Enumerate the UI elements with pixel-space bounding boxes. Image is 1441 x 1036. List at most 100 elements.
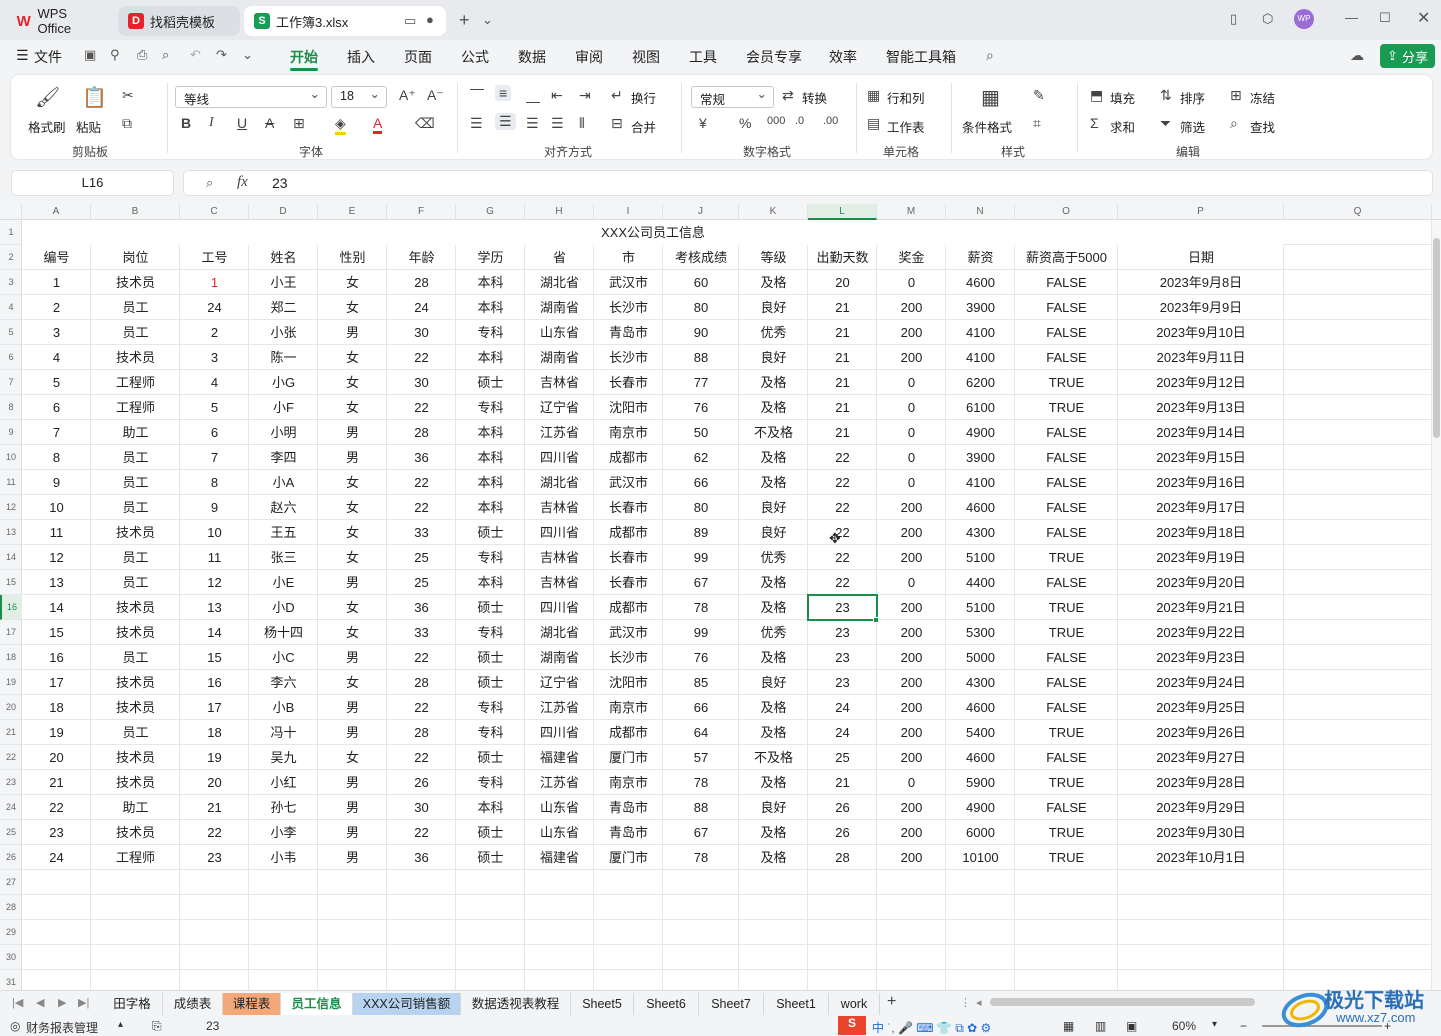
window-icon[interactable]: ▭ — [404, 13, 416, 29]
table-cell[interactable]: 长沙市 — [594, 645, 663, 670]
table-cell[interactable]: 8 — [180, 470, 249, 495]
add-sheet-icon[interactable]: + — [887, 993, 896, 1011]
table-cell[interactable]: 武汉市 — [594, 470, 663, 495]
table-cell[interactable]: 2 — [22, 295, 91, 320]
header-cell[interactable]: 考核成绩 — [663, 245, 739, 270]
table-cell[interactable]: 90 — [663, 320, 739, 345]
table-cell[interactable]: 及格 — [739, 645, 808, 670]
table-cell[interactable]: 女 — [318, 270, 387, 295]
worksheet-button[interactable]: 工作表 — [887, 117, 925, 136]
table-cell[interactable]: 专科 — [456, 320, 525, 345]
column-header-j[interactable]: J — [663, 204, 739, 220]
table-cell[interactable]: 88 — [663, 345, 739, 370]
table-cell[interactable]: 200 — [877, 345, 946, 370]
column-header-e[interactable]: E — [318, 204, 387, 220]
table-cell[interactable]: 200 — [877, 720, 946, 745]
table-cell[interactable]: 福建省 — [525, 745, 594, 770]
table-cell[interactable]: 6 — [180, 420, 249, 445]
table-cell[interactable]: TRUE — [1015, 370, 1118, 395]
thousands-icon[interactable]: 000 — [767, 115, 785, 127]
table-cell[interactable]: 专科 — [456, 770, 525, 795]
table-cell[interactable]: 0 — [877, 370, 946, 395]
table-cell[interactable]: 10 — [22, 495, 91, 520]
table-cell[interactable]: 21 — [808, 770, 877, 795]
table-cell[interactable]: 及格 — [739, 395, 808, 420]
avatar[interactable]: WP — [1294, 9, 1314, 29]
table-cell[interactable]: 200 — [877, 695, 946, 720]
table-cell[interactable]: 本科 — [456, 795, 525, 820]
table-cell[interactable]: 8 — [22, 445, 91, 470]
decrease-indent-icon[interactable]: ⇤ — [551, 87, 563, 104]
sum-button[interactable]: 求和 — [1110, 117, 1135, 136]
table-cell[interactable]: 99 — [663, 620, 739, 645]
table-cell[interactable]: 78 — [663, 770, 739, 795]
table-cell[interactable]: 21 — [808, 345, 877, 370]
sort-button[interactable]: 排序 — [1180, 88, 1205, 107]
table-cell[interactable]: 良好 — [739, 345, 808, 370]
freeze-icon[interactable]: ⊞ — [1230, 87, 1242, 104]
table-cell[interactable]: 60 — [663, 270, 739, 295]
table-cell[interactable]: 专科 — [456, 395, 525, 420]
table-cell[interactable]: 57 — [663, 745, 739, 770]
table-cell[interactable]: 湖南省 — [525, 645, 594, 670]
macro-icon[interactable]: ⎘ — [152, 1019, 162, 1034]
header-cell[interactable]: 日期 — [1118, 245, 1284, 270]
sum-icon[interactable]: Σ — [1090, 115, 1099, 131]
table-cell[interactable]: 及格 — [739, 770, 808, 795]
table-cell[interactable]: 长春市 — [594, 570, 663, 595]
header-cell[interactable]: 省 — [525, 245, 594, 270]
wrap-text-icon[interactable]: ↵ — [611, 87, 623, 104]
table-cell[interactable]: 工程师 — [91, 845, 180, 870]
table-cell[interactable]: 助工 — [91, 795, 180, 820]
table-cell[interactable]: 及格 — [739, 695, 808, 720]
italic-icon[interactable]: I — [209, 115, 214, 131]
table-cell[interactable]: 员工 — [91, 320, 180, 345]
menu-insert[interactable]: 插入 — [347, 47, 375, 67]
align-middle-icon[interactable]: ≡ — [495, 85, 512, 101]
table-cell[interactable]: 25 — [387, 570, 456, 595]
table-cell[interactable]: 成都市 — [594, 720, 663, 745]
fill-icon[interactable]: ⬒ — [1090, 87, 1103, 104]
row-header-11[interactable]: 11 — [0, 470, 22, 495]
select-all-corner[interactable] — [0, 204, 22, 220]
table-cell[interactable]: 湖北省 — [525, 270, 594, 295]
table-cell[interactable]: 10100 — [946, 845, 1015, 870]
worksheet-icon[interactable]: ▤ — [867, 115, 880, 132]
table-cell[interactable]: FALSE — [1015, 645, 1118, 670]
row-header-4[interactable]: 4 — [0, 295, 22, 320]
column-header-p[interactable]: P — [1118, 204, 1284, 220]
layout-icon[interactable]: ▯ — [1230, 11, 1237, 27]
table-cell[interactable]: 3900 — [946, 295, 1015, 320]
table-cell[interactable]: 5100 — [946, 545, 1015, 570]
table-cell[interactable]: 12 — [180, 570, 249, 595]
table-cell[interactable]: 山东省 — [525, 320, 594, 345]
justify-icon[interactable]: ☰ — [551, 115, 564, 132]
status-left-label[interactable]: 财务报表管理 — [26, 1019, 98, 1036]
table-cell[interactable]: 6000 — [946, 820, 1015, 845]
header-cell[interactable]: 等级 — [739, 245, 808, 270]
format-painter-button[interactable]: 格式刷 — [28, 117, 66, 136]
table-cell[interactable]: 66 — [663, 470, 739, 495]
rows-cols-icon[interactable]: ▦ — [867, 87, 880, 104]
table-cell[interactable]: 200 — [877, 620, 946, 645]
table-cell[interactable]: 李四 — [249, 445, 318, 470]
convert-icon[interactable]: ⇄ — [782, 87, 794, 104]
sheet-tab[interactable]: 员工信息 — [281, 993, 353, 1015]
scrollbar-thumb[interactable] — [1433, 238, 1440, 438]
table-cell[interactable]: 不及格 — [739, 745, 808, 770]
table-cell[interactable]: 2023年9月12日 — [1118, 370, 1284, 395]
table-cell[interactable]: 22 — [387, 745, 456, 770]
save-icon[interactable]: ▣ — [84, 47, 96, 63]
table-cell[interactable]: 员工 — [91, 470, 180, 495]
table-cell[interactable]: 5300 — [946, 620, 1015, 645]
table-cell[interactable]: 厦门市 — [594, 845, 663, 870]
table-cell[interactable]: 小张 — [249, 320, 318, 345]
table-cell[interactable]: 23 — [22, 820, 91, 845]
row-header-6[interactable]: 6 — [0, 345, 22, 370]
table-cell[interactable]: 14 — [180, 620, 249, 645]
table-cell[interactable]: 33 — [387, 620, 456, 645]
menu-file[interactable]: 文件 — [34, 47, 62, 67]
filter-icon[interactable]: ⏷ — [1160, 115, 1171, 132]
table-cell[interactable]: 22 — [387, 645, 456, 670]
row-header-7[interactable]: 7 — [0, 370, 22, 395]
